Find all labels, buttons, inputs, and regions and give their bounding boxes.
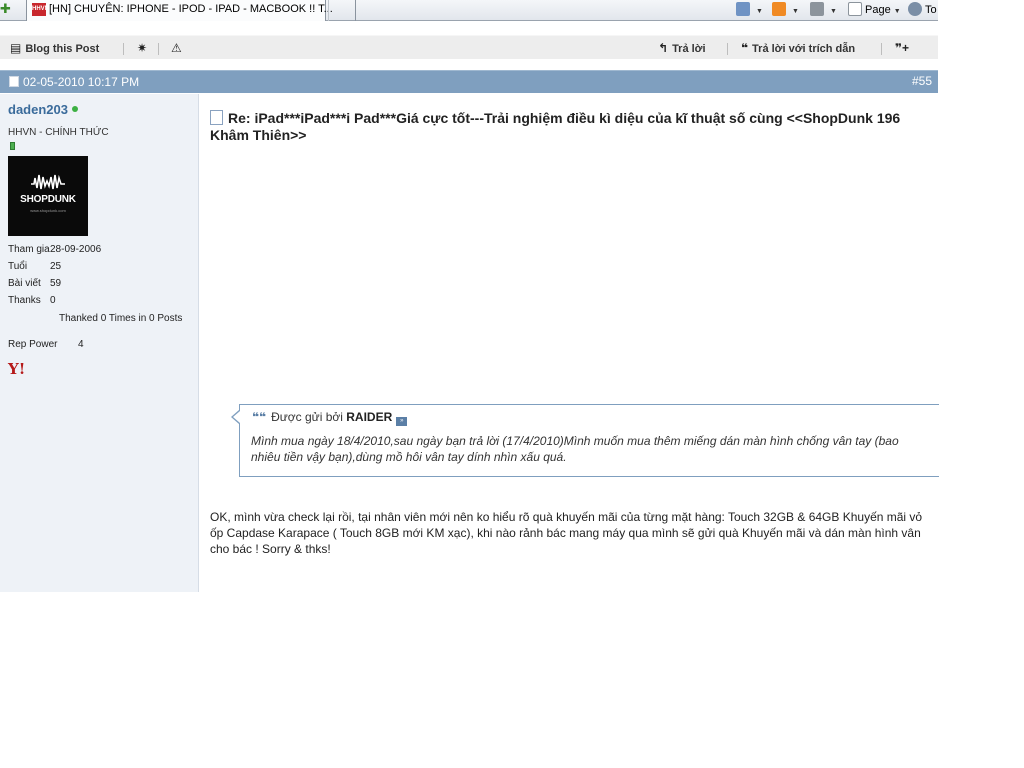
user-title: HHVN - CHÍNH THỨC [8, 127, 109, 138]
post-title: Re: iPad***iPad***i Pad***Giá cực tốt---… [210, 110, 930, 144]
report-post-button[interactable]: ⚠ [171, 40, 186, 57]
reply-arrow-icon: ↰ [658, 41, 669, 55]
page-menu-button[interactable]: Page ▼ [848, 2, 901, 18]
blog-icon: ▤ [10, 41, 22, 55]
gear-icon [908, 2, 922, 16]
user-info-panel: daden203 HHVN - CHÍNH THỨC SHOPDUNK www.… [0, 94, 199, 592]
quote-pointer-inner [233, 411, 240, 423]
quote-author: RAIDER [346, 410, 393, 424]
browser-tab-bar: ✚ HHVN [HN] CHUYÊN: IPHONE - IPOD - IPAD… [0, 0, 938, 21]
reply-label: Trả lời [672, 43, 706, 55]
username-link[interactable]: daden203 [8, 102, 78, 117]
home-icon [736, 2, 750, 16]
join-date-row: Tham gia28-09-2006 [8, 244, 101, 255]
chevron-down-icon: ▼ [756, 8, 763, 15]
quote-prefix: Được gửi bởi [271, 410, 343, 424]
quote-text: Mình mua ngày 18/4/2010,sau ngày bạn trả… [251, 434, 899, 464]
shopdunk-logo-wave-icon [31, 174, 65, 190]
site-favicon: HHVN [32, 3, 49, 16]
post-number-link[interactable]: #55 [912, 74, 932, 88]
chevron-down-icon: ▼ [830, 8, 837, 15]
join-date-value: 28-09-2006 [50, 244, 102, 255]
avatar-brand: SHOPDUNK [20, 194, 76, 205]
post-icon [210, 110, 223, 125]
thanked-count: Thanked 0 Times in 0 Posts [59, 313, 183, 324]
post-header: 02-05-2010 10:17 PM #55 [0, 70, 938, 93]
thanks-value: 0 [50, 295, 56, 306]
post-toolbar: ▤ Blog this Post ✷ ⚠ ↰ Trả lời ❝ Trả lời vớ… [0, 35, 938, 59]
rate-post-button[interactable]: ✷ [137, 40, 151, 57]
avatar[interactable]: SHOPDUNK www.shopdunk.com [8, 156, 88, 236]
join-date-label: Tham gia [8, 244, 50, 255]
page-icon [848, 2, 862, 16]
rss-icon [772, 2, 786, 16]
quote-bubble-icon: ❝ [741, 41, 749, 55]
toolbar-divider [123, 43, 124, 55]
multi-quote-add-icon: ❞+ [895, 41, 910, 55]
rep-power-label: Rep Power [8, 339, 58, 350]
feeds-button[interactable]: ▼ [772, 2, 799, 18]
reply-button[interactable]: ↰ Trả lời [658, 40, 706, 57]
favorites-star-icon[interactable]: ✚ [0, 2, 14, 16]
toolbar-divider [727, 43, 728, 55]
thanks-row: Thanks 0 [8, 295, 56, 306]
chevron-down-icon: ▼ [893, 8, 901, 15]
blog-this-post-label: Blog this Post [25, 43, 100, 55]
post-date: 02-05-2010 10:17 PM [9, 75, 139, 89]
posts-value: 59 [50, 278, 62, 289]
toolbar-divider [881, 43, 882, 55]
blog-this-post-button[interactable]: ▤ Blog this Post [10, 40, 99, 57]
post-date-text: 02-05-2010 10:17 PM [23, 75, 140, 89]
multi-quote-button[interactable]: ❞+ [895, 40, 913, 57]
tools-menu-button[interactable]: To [908, 2, 937, 18]
tools-menu-label: To [925, 4, 937, 16]
thanks-label: Thanks [8, 295, 41, 306]
view-post-icon[interactable]: » [396, 417, 408, 426]
warning-icon: ⚠ [171, 41, 182, 55]
avatar-url: www.shopdunk.com [30, 208, 66, 213]
rep-power-value: 4 [78, 339, 84, 350]
post-body: OK, mình vừa check lại rồi, tại nhân viê… [210, 510, 923, 556]
print-button[interactable]: ▼ [810, 2, 837, 18]
online-status-icon [71, 106, 78, 112]
yahoo-messenger-icon[interactable]: Y! [8, 360, 25, 378]
home-button[interactable]: ▼ [736, 2, 763, 18]
post-status-icon [9, 76, 19, 87]
toolbar-divider [158, 43, 159, 55]
post-title-text: Re: iPad***iPad***i Pad***Giá cực tốt---… [210, 110, 901, 143]
printer-icon [810, 2, 824, 16]
quote-header: ❝❝ Được gửi bởi RAIDER» [252, 410, 408, 426]
quote-mark-icon: ❝❝ [252, 410, 267, 424]
age-value: 25 [50, 261, 62, 272]
quote-block: ❝❝ Được gửi bởi RAIDER» Mình mua ngày 18/… [239, 404, 939, 477]
page-menu-label: Page [865, 4, 891, 16]
posts-row: Bài viết 59 [8, 278, 61, 289]
username-text[interactable]: daden203 [8, 102, 68, 117]
posts-label: Bài viết [8, 278, 41, 289]
post-content: Re: iPad***iPad***i Pad***Giá cực tốt---… [199, 94, 939, 592]
age-row: Tuổi 25 [8, 261, 61, 272]
reputation-icon [10, 142, 15, 150]
tab-title: [HN] CHUYÊN: IPHONE - IPOD - IPAD - MACB… [49, 3, 333, 15]
age-label: Tuổi [8, 261, 28, 272]
chevron-down-icon: ▼ [792, 8, 799, 15]
rep-power-row: Rep Power 4 [8, 339, 84, 350]
star-icon: ✷ [137, 41, 148, 55]
reply-with-quote-button[interactable]: ❝ Trả lời với trích dẫn [741, 40, 855, 57]
browser-tab-active[interactable]: HHVN [HN] CHUYÊN: IPHONE - IPOD - IPAD -… [26, 0, 333, 21]
new-tab-button[interactable] [328, 0, 356, 21]
reply-with-quote-label: Trả lời với trích dẫn [752, 43, 856, 55]
